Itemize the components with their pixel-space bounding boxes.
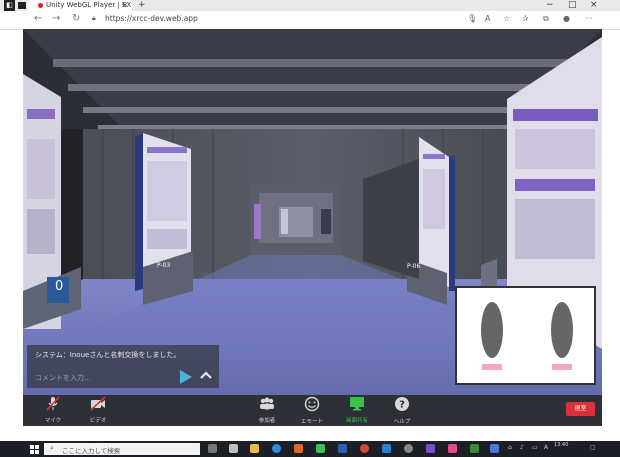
app-icon-purple[interactable] [426,444,435,453]
help-label: ヘルプ [393,419,411,425]
participant-video-right [551,302,573,358]
favorites-bar-icon[interactable]: ✰ [522,14,529,23]
tab-title: Unity WebGL Player | EXPC [46,1,132,9]
battery-icon[interactable]: ▭ [532,444,538,451]
participant-name-tag-right [552,364,572,370]
help-icon: ? [395,397,409,411]
help-glyph: ? [399,400,405,411]
app-taskbar-icon[interactable] [229,444,238,453]
app-icon: ◧ [4,0,15,11]
booth-sign-left: P-03 [157,262,171,269]
collections-icon[interactable]: ⧉ [543,14,549,24]
screen-share-button[interactable]: 画面共有 [337,396,377,424]
video-thumbnail-panel [455,286,596,385]
window-maximize-button[interactable]: □ [568,0,577,11]
windows-start-icon[interactable] [30,445,39,454]
favorite-star-icon[interactable]: ☆ [503,14,510,23]
recording-icon [38,2,43,8]
participants-icon [260,397,274,410]
read-aloud-icon[interactable]: A [485,14,490,23]
tab-close-icon[interactable]: × [122,0,128,11]
app-icon-blue[interactable] [382,444,391,453]
help-button[interactable]: ? ヘルプ [382,396,422,425]
microphone-muted-icon [46,396,60,411]
booth-sign-right: P-06 [407,263,421,270]
word-icon[interactable] [338,444,347,453]
chevron-up-icon[interactable] [199,370,213,380]
monitor-icon [350,397,364,411]
url-field[interactable]: https://xrcc-dev.web.app [105,14,198,23]
emote-label: エモート [300,419,323,425]
mic-label: マイク [44,418,62,424]
notification-icon[interactable]: ▢ [590,444,596,451]
emote-button[interactable]: エモート [292,396,332,425]
camera-off-icon [90,396,106,411]
taskbar-clock[interactable]: 13:40 [554,442,568,448]
chat-message: システム：Inoueさんと名刺交換をしました。 [35,351,181,359]
volume-icon[interactable]: ♪ [520,444,524,451]
ime-icon[interactable]: A [544,444,548,451]
video-button[interactable]: ビデオ [78,396,118,424]
window-close-button[interactable]: × [590,0,598,11]
profile-avatar-icon[interactable]: ● [563,14,570,23]
smiley-icon [304,396,320,412]
browser-tab-bar: ◧ Unity WebGL Player | EXPC × + − □ × [0,0,620,11]
firefox-icon[interactable] [294,444,303,453]
window-minimize-button[interactable]: − [546,0,554,11]
task-view-icon[interactable] [208,444,217,453]
file-explorer-icon[interactable] [250,444,259,453]
microphone-permission-icon[interactable]: 🎙︎ [467,14,477,23]
screen-share-label: 画面共有 [345,418,368,424]
new-tab-button[interactable]: + [138,0,146,11]
taskbar-search-placeholder: ここに入力して検索 [62,447,121,455]
participant-video-left [481,302,503,358]
reload-icon[interactable]: ↻ [72,13,80,24]
forward-arrow-icon[interactable]: → [52,13,60,24]
mic-button[interactable]: マイク [33,396,73,424]
back-arrow-icon[interactable]: ← [34,13,42,24]
more-menu-icon[interactable]: ··· [585,14,593,23]
tab-actions-icon[interactable] [18,2,26,9]
network-icon[interactable]: ⌂ [508,444,512,451]
app-icon-green[interactable] [316,444,325,453]
app-icon-gray[interactable] [404,444,413,453]
app-icon-pink[interactable] [448,444,457,453]
exit-button[interactable]: 退室 [566,402,595,416]
counter-label: 0 [55,279,64,294]
app-icon-dark-green[interactable] [470,444,479,453]
app-icon-blue-2[interactable] [490,444,499,453]
chrome-icon[interactable] [360,444,369,453]
participants-label: 参加者 [258,418,276,424]
participant-name-tag-left [482,364,502,370]
browser-address-bar: ← → ↻ 🔒︎ https://xrcc-dev.web.app 🎙︎ A ☆… [0,11,620,30]
video-label: ビデオ [89,418,107,424]
browser-tab[interactable]: Unity WebGL Player | EXPC × [28,0,132,11]
participants-button[interactable]: 参加者 [247,396,287,424]
edge-browser-icon[interactable] [272,444,281,453]
chat-input-placeholder: コメントを入力... [35,374,91,382]
lock-icon[interactable]: 🔒︎ [92,14,96,23]
send-icon[interactable] [180,370,192,384]
search-icon: ⌕ [50,444,54,452]
